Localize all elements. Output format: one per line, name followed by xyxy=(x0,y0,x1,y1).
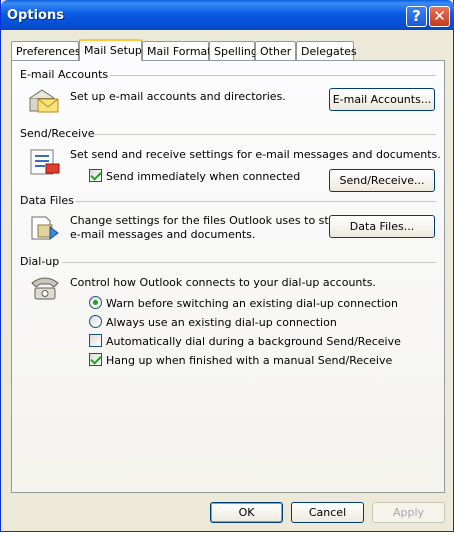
warn-before-switching-label[interactable]: Warn before switching an existing dial-u… xyxy=(106,297,398,310)
auto-dial-label[interactable]: Automatically dial during a background S… xyxy=(106,335,401,348)
divider xyxy=(110,75,436,76)
mail-setup-panel: E-mail Accounts Set up e-mail accounts a… xyxy=(11,60,445,493)
data-files-icon xyxy=(31,216,59,240)
close-button[interactable]: ✕ xyxy=(429,6,450,27)
warn-before-switching-radio[interactable] xyxy=(89,296,102,309)
title-bar[interactable]: Options ? ✕ xyxy=(1,0,454,30)
tab-other[interactable]: Other xyxy=(255,41,296,60)
hang-up-checkbox[interactable] xyxy=(89,353,102,366)
cancel-button[interactable]: Cancel xyxy=(291,502,364,523)
send-receive-description: Set send and receive settings for e-mail… xyxy=(70,148,441,161)
always-use-existing-radio[interactable] xyxy=(89,315,102,328)
apply-button[interactable]: Apply xyxy=(372,502,445,523)
tab-spelling[interactable]: Spelling xyxy=(209,41,258,60)
divider xyxy=(92,134,436,135)
send-immediately-checkbox[interactable] xyxy=(89,169,102,182)
tab-mail-format[interactable]: Mail Format xyxy=(142,41,212,60)
data-files-heading: Data Files xyxy=(20,194,74,207)
send-immediately-label[interactable]: Send immediately when connected xyxy=(106,170,300,183)
data-files-description-line2: e-mail messages and documents. xyxy=(70,228,256,241)
email-accounts-icon xyxy=(29,89,59,113)
hang-up-label[interactable]: Hang up when finished with a manual Send… xyxy=(106,354,392,367)
dialup-description: Control how Outlook connects to your dia… xyxy=(70,276,376,289)
data-files-description-line1: Change settings for the files Outlook us… xyxy=(70,214,347,227)
send-receive-heading: Send/Receive xyxy=(20,127,95,140)
options-dialog: Options ? ✕ Preferences Mail Setup Mail … xyxy=(0,0,454,532)
divider xyxy=(62,262,436,263)
dialup-phone-icon xyxy=(31,277,59,300)
send-receive-icon xyxy=(30,149,60,175)
dialup-heading: Dial-up xyxy=(20,255,60,268)
email-accounts-button[interactable]: E-mail Accounts... xyxy=(329,88,435,111)
tab-preferences[interactable]: Preferences xyxy=(11,41,81,60)
help-button[interactable]: ? xyxy=(406,6,427,27)
always-use-existing-label[interactable]: Always use an existing dial-up connectio… xyxy=(106,316,337,329)
send-receive-button[interactable]: Send/Receive... xyxy=(329,169,435,192)
tab-mail-setup[interactable]: Mail Setup xyxy=(79,39,142,61)
tab-delegates[interactable]: Delegates xyxy=(296,41,357,60)
divider xyxy=(76,201,436,202)
email-accounts-heading: E-mail Accounts xyxy=(20,68,109,81)
window-title: Options xyxy=(7,8,64,23)
auto-dial-checkbox[interactable] xyxy=(89,334,102,347)
ok-button[interactable]: OK xyxy=(210,502,283,523)
data-files-button[interactable]: Data Files... xyxy=(329,215,435,238)
email-accounts-description: Set up e-mail accounts and directories. xyxy=(70,90,286,103)
